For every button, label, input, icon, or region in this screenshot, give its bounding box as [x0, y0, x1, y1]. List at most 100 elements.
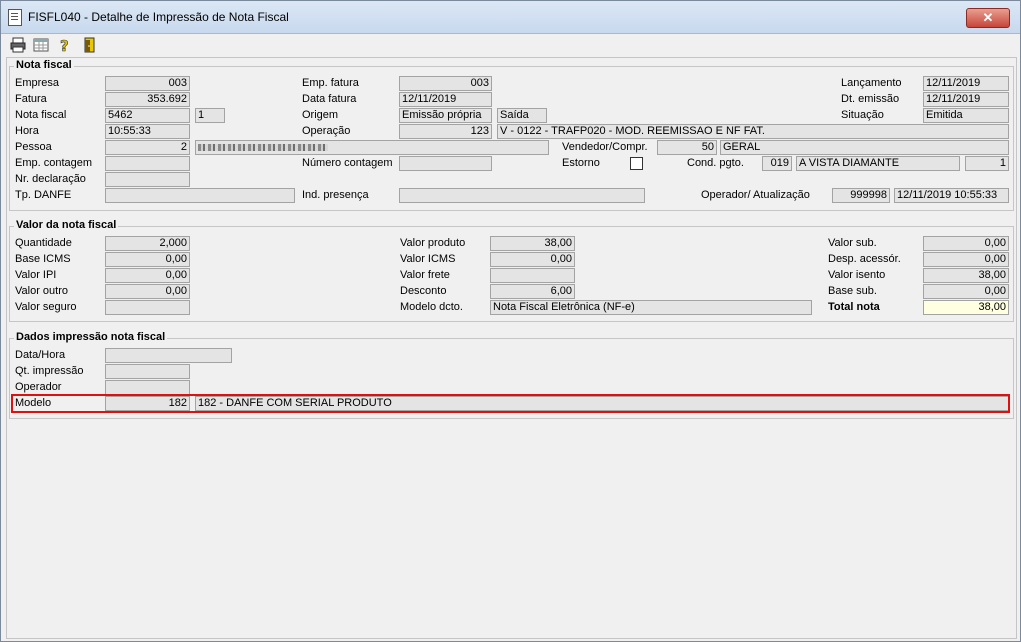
label-empresa: Empresa: [15, 77, 60, 89]
label-cond-pgto: Cond. pgto.: [687, 157, 744, 169]
field-base-icms[interactable]: 0,00: [105, 252, 190, 267]
section-title: Nota fiscal: [14, 59, 74, 71]
label-valor-outro: Valor outro: [15, 285, 68, 297]
field-operador[interactable]: 999998: [832, 188, 890, 203]
label-operacao: Operação: [302, 125, 351, 137]
label-valor-icms: Valor ICMS: [400, 253, 456, 265]
field-desp-acessor[interactable]: 0,00: [923, 252, 1009, 267]
field-emp-contagem[interactable]: [105, 156, 190, 171]
field-emp-fatura[interactable]: 003: [399, 76, 492, 91]
label-desp-acessor: Desp. acessór.: [828, 253, 901, 265]
group-valor-nota: Valor da nota fiscal Quantidade 2,000 Ba…: [9, 219, 1014, 322]
field-numero-contagem[interactable]: [399, 156, 492, 171]
field-ind-presenca[interactable]: [399, 188, 645, 203]
field-nota-fiscal[interactable]: 5462: [105, 108, 190, 123]
label-hora: Hora: [15, 125, 39, 137]
field-nr-declaracao[interactable]: [105, 172, 190, 187]
exit-door-icon[interactable]: [80, 37, 98, 55]
window-title: FISFL040 - Detalhe de Impressão de Nota …: [28, 10, 289, 24]
spreadsheet-icon[interactable]: [32, 37, 50, 55]
main-window: FISFL040 - Detalhe de Impressão de Nota …: [0, 0, 1021, 642]
label-estorno: Estorno: [562, 157, 600, 169]
field-fatura[interactable]: 353.692: [105, 92, 190, 107]
field-operador-impressao[interactable]: [105, 380, 190, 395]
group-dados-impressao: Dados impressão nota fiscal Data/Hora Qt…: [9, 331, 1014, 419]
field-valor-ipi[interactable]: 0,00: [105, 268, 190, 283]
label-nr-declaracao: Nr. declaração: [15, 173, 86, 185]
section-title: Dados impressão nota fiscal: [14, 331, 168, 343]
field-pessoa-nome[interactable]: [195, 140, 549, 155]
label-emp-contagem: Emp. contagem: [15, 157, 93, 169]
field-qt-impressao[interactable]: [105, 364, 190, 379]
label-valor-frete: Valor frete: [400, 269, 450, 281]
field-origem[interactable]: Emissão própria: [399, 108, 492, 123]
label-nota-fiscal: Nota fiscal: [15, 109, 67, 121]
toolbar: ?: [1, 33, 1020, 57]
label-vendedor: Vendedor/Compr.: [562, 141, 648, 153]
label-origem: Origem: [302, 109, 339, 121]
field-valor-isento[interactable]: 38,00: [923, 268, 1009, 283]
field-empresa[interactable]: 003: [105, 76, 190, 91]
field-quantidade[interactable]: 2,000: [105, 236, 190, 251]
field-hora[interactable]: 10:55:33: [105, 124, 190, 139]
label-total-nota: Total nota: [828, 301, 880, 313]
label-dt-emissao: Dt. emissão: [841, 93, 900, 105]
field-vendedor[interactable]: 50: [657, 140, 717, 155]
field-total-nota[interactable]: 38,00: [923, 300, 1009, 315]
field-lancamento[interactable]: 12/11/2019: [923, 76, 1009, 91]
field-vendedor-desc[interactable]: GERAL: [720, 140, 1009, 155]
label-base-icms: Base ICMS: [15, 253, 71, 265]
redacted-name: [198, 144, 328, 151]
content-panel: Nota fiscal Empresa 003 Fatura 353.692 N…: [6, 57, 1017, 639]
field-valor-seguro[interactable]: [105, 300, 190, 315]
field-valor-sub[interactable]: 0,00: [923, 236, 1009, 251]
field-valor-outro[interactable]: 0,00: [105, 284, 190, 299]
close-button[interactable]: ✕: [966, 8, 1010, 28]
field-tp-danfe[interactable]: [105, 188, 295, 203]
field-modelo-dcto[interactable]: Nota Fiscal Eletrônica (NF-e): [490, 300, 812, 315]
field-operacao[interactable]: 123: [399, 124, 492, 139]
field-data-fatura[interactable]: 12/11/2019: [399, 92, 492, 107]
label-emp-fatura: Emp. fatura: [302, 77, 359, 89]
label-valor-ipi: Valor IPI: [15, 269, 57, 281]
field-cond-pgto-num[interactable]: 1: [965, 156, 1009, 171]
label-quantidade: Quantidade: [15, 237, 72, 249]
field-data-hora[interactable]: [105, 348, 232, 363]
field-origem-tipo[interactable]: Saída: [497, 108, 547, 123]
label-desconto: Desconto: [400, 285, 447, 297]
field-pessoa[interactable]: 2: [105, 140, 190, 155]
group-nota-fiscal: Nota fiscal Empresa 003 Fatura 353.692 N…: [9, 59, 1014, 211]
label-operador-atualizacao: Operador/ Atualização: [701, 189, 810, 201]
label-valor-isento: Valor isento: [828, 269, 886, 281]
field-valor-frete[interactable]: [490, 268, 575, 283]
label-numero-contagem: Número contagem: [302, 157, 393, 169]
highlight-box: [11, 394, 1010, 413]
field-cond-pgto-desc[interactable]: A VISTA DIAMANTE: [796, 156, 960, 171]
field-desconto[interactable]: 6,00: [490, 284, 575, 299]
field-serie[interactable]: 1: [195, 108, 225, 123]
field-cond-pgto[interactable]: 019: [762, 156, 792, 171]
label-operador: Operador: [15, 381, 62, 393]
label-data-fatura: Data fatura: [302, 93, 357, 105]
document-icon: [8, 9, 22, 26]
field-base-sub[interactable]: 0,00: [923, 284, 1009, 299]
label-fatura: Fatura: [15, 93, 47, 105]
label-modelo-dcto: Modelo dcto.: [400, 301, 463, 313]
printer-icon[interactable]: [9, 37, 27, 55]
label-qt-impressao: Qt. impressão: [15, 365, 84, 377]
label-valor-seguro: Valor seguro: [15, 301, 77, 313]
label-pessoa: Pessoa: [15, 141, 52, 153]
label-ind-presenca: Ind. presença: [302, 189, 369, 201]
field-dt-emissao[interactable]: 12/11/2019: [923, 92, 1009, 107]
section-title: Valor da nota fiscal: [14, 219, 119, 231]
checkbox-estorno[interactable]: [630, 157, 643, 170]
svg-text:?: ?: [60, 37, 69, 53]
field-valor-icms[interactable]: 0,00: [490, 252, 575, 267]
field-atualizacao[interactable]: 12/11/2019 10:55:33: [894, 188, 1009, 203]
help-icon[interactable]: ?: [56, 37, 74, 56]
label-base-sub: Base sub.: [828, 285, 877, 297]
field-situacao[interactable]: Emitida: [923, 108, 1009, 123]
label-valor-produto: Valor produto: [400, 237, 466, 249]
field-valor-produto[interactable]: 38,00: [490, 236, 575, 251]
field-operacao-desc[interactable]: V - 0122 - TRAFP020 - MOD. REEMISSAO E N…: [497, 124, 1009, 139]
